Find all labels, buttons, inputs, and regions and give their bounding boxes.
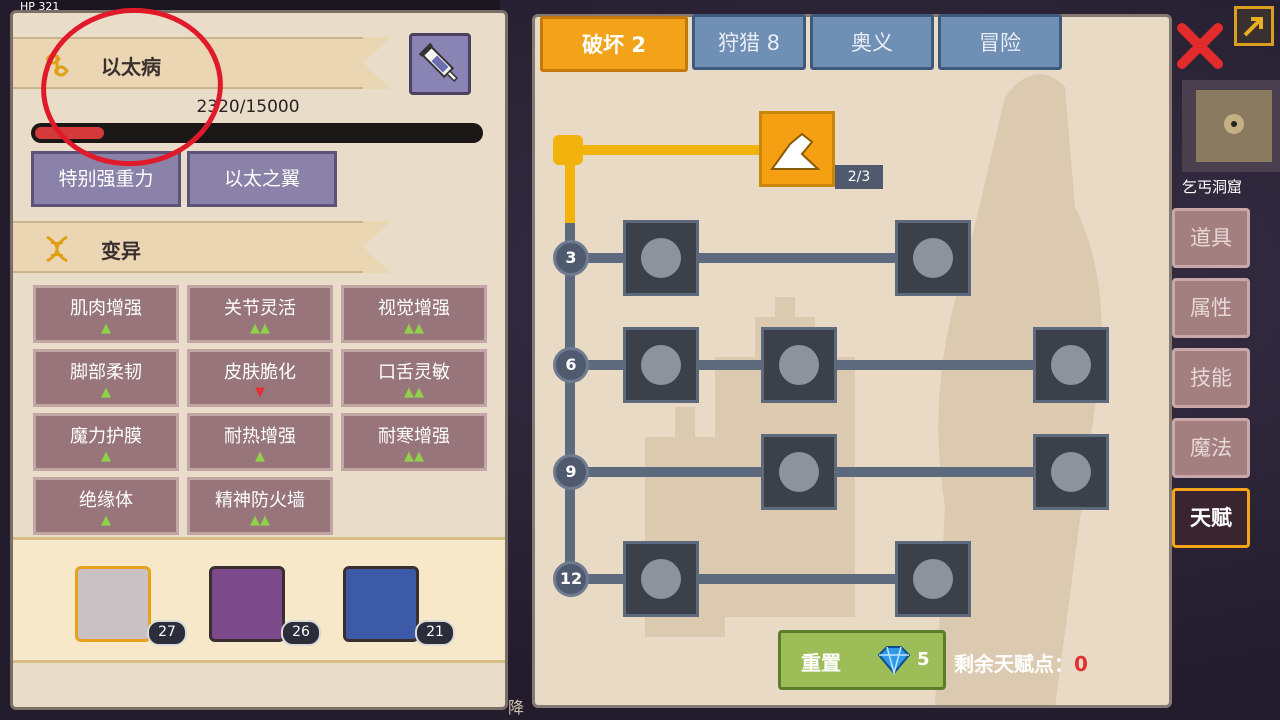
side-tab-attributes[interactable]: 属性 — [1172, 278, 1250, 338]
hero-level-badge: 26 — [281, 620, 321, 646]
mutation-up-arrow-icon: ▲ — [101, 513, 111, 528]
remaining-points-value: 0 — [1074, 652, 1088, 676]
mutation-up-arrow-icon: ▲▲ — [404, 385, 424, 400]
tree-root-node — [553, 135, 583, 165]
disease-panel: 以太病 2320/15000 特别强重力 以太之翼 变异 肌肉增强 ▲ 关节灵活 ▲▲… — [10, 0, 508, 710]
mutation-name: 绝缘体 — [79, 490, 133, 511]
mutation-name: 耐寒增强 — [378, 426, 450, 447]
side-tab-talent[interactable]: 天赋 — [1172, 488, 1250, 548]
talent-node[interactable] — [761, 434, 837, 510]
talent-node-icon — [779, 345, 819, 385]
mutation-up-arrow-icon: ▲▲ — [404, 449, 424, 464]
side-tab-magic[interactable]: 魔法 — [1172, 418, 1250, 478]
hero-level-badge: 21 — [415, 620, 455, 646]
mutation-name: 耐热增强 — [224, 426, 296, 447]
syringe-button[interactable] — [409, 33, 471, 95]
mutation-item[interactable]: 肌肉增强 ▲ — [33, 285, 179, 343]
minimap-graphic — [1196, 90, 1272, 162]
exit-button[interactable] — [1234, 6, 1274, 46]
gem-count: 5 — [917, 649, 930, 670]
tab-hunt[interactable]: 狩猎 8 — [692, 14, 806, 70]
talent-node-icon — [1051, 452, 1091, 492]
hero-level-badge: 27 — [147, 620, 187, 646]
team-bar: 27 26 21 — [13, 537, 505, 663]
talent-node-icon — [913, 238, 953, 278]
tier-label: 6 — [553, 347, 589, 383]
partial-bottom-text: 降 — [508, 698, 525, 717]
mutation-item[interactable]: 皮肤脆化 ▼ — [187, 349, 333, 407]
talent-node[interactable] — [623, 327, 699, 403]
mutation-down-arrow-icon: ▼ — [255, 385, 265, 400]
mutation-item[interactable]: 耐热增强 ▲ — [187, 413, 333, 471]
diamond-icon — [877, 646, 911, 675]
minimap[interactable] — [1182, 80, 1280, 172]
talent-node[interactable] — [895, 541, 971, 617]
reset-label: 重置 — [801, 651, 841, 675]
mutation-item[interactable]: 绝缘体 ▲ — [33, 477, 179, 535]
mutation-item[interactable]: 脚部柔韧 ▲ — [33, 349, 179, 407]
mutation-item[interactable]: 视觉增强 ▲▲ — [341, 285, 487, 343]
mutation-name: 视觉增强 — [378, 298, 450, 319]
mutation-item[interactable]: 精神防火墙 ▲▲ — [187, 477, 333, 535]
mutation-up-arrow-icon: ▲ — [101, 385, 111, 400]
talent-node-icon — [641, 345, 681, 385]
mutation-up-arrow-icon: ▲ — [101, 321, 111, 336]
tab-adventure[interactable]: 冒险 — [938, 14, 1062, 70]
talent-node-icon — [641, 238, 681, 278]
mutation-banner: 变异 — [13, 221, 391, 273]
hero-portrait[interactable] — [209, 566, 285, 642]
tier-label: 9 — [553, 454, 589, 490]
ether-wings-button[interactable]: 以太之翼 — [187, 151, 337, 207]
syringe-icon — [418, 42, 459, 83]
mutation-up-arrow-icon: ▲▲ — [250, 513, 270, 528]
side-tab-items[interactable]: 道具 — [1172, 208, 1250, 268]
red-annotation-circle — [33, 0, 231, 176]
mutation-up-arrow-icon: ▲ — [101, 449, 111, 464]
talent-node-icon — [1051, 345, 1091, 385]
talent-node[interactable] — [1033, 327, 1109, 403]
mutation-item[interactable]: 魔力护膜 ▲ — [33, 413, 179, 471]
mutation-up-arrow-icon: ▲▲ — [250, 321, 270, 336]
tree-root-line — [565, 145, 765, 155]
dna-icon — [46, 235, 68, 263]
mutation-up-arrow-icon: ▲ — [255, 449, 265, 464]
mutation-up-arrow-icon: ▲▲ — [404, 321, 424, 336]
map-location-label: 乞丐洞窟 — [1182, 178, 1243, 196]
close-icon[interactable] — [1176, 22, 1224, 70]
talent-node[interactable] — [761, 327, 837, 403]
talent-node[interactable] — [623, 541, 699, 617]
talent-node[interactable] — [895, 220, 971, 296]
hero-portrait[interactable] — [75, 566, 151, 642]
mutation-name: 精神防火墙 — [215, 490, 305, 511]
tier-label: 12 — [553, 561, 589, 597]
talent-node-icon — [779, 452, 819, 492]
mutation-name: 皮肤脆化 — [224, 362, 296, 383]
root-progress-badge: 2/3 — [835, 165, 883, 189]
mutation-name: 肌肉增强 — [70, 298, 142, 319]
tab-destroy[interactable]: 破坏 2 — [540, 16, 688, 72]
mutation-item[interactable]: 关节灵活 ▲▲ — [187, 285, 333, 343]
exit-arrow-icon — [1243, 17, 1263, 37]
mutation-name: 魔力护膜 — [70, 426, 142, 447]
mutation-name: 口舌灵敏 — [378, 362, 450, 383]
arm-wrestle-icon — [770, 132, 821, 170]
remaining-points: 剩余天赋点：0 — [954, 648, 1088, 677]
side-tab-skills[interactable]: 技能 — [1172, 348, 1250, 408]
reset-button[interactable]: 重置 5 — [778, 630, 946, 690]
talent-node-icon — [913, 559, 953, 599]
mutation-item[interactable]: 口舌灵敏 ▲▲ — [341, 349, 487, 407]
mutation-title: 变异 — [101, 239, 141, 263]
hero-portrait[interactable] — [343, 566, 419, 642]
tier-label: 3 — [553, 240, 589, 276]
mutation-name: 关节灵活 — [224, 298, 296, 319]
talent-node[interactable] — [623, 220, 699, 296]
talent-panel: 3 6 9 12 2/3 — [532, 14, 1172, 708]
talent-node[interactable] — [1033, 434, 1109, 510]
talent-node-icon — [641, 559, 681, 599]
mutation-item[interactable]: 耐寒增强 ▲▲ — [341, 413, 487, 471]
tab-secret[interactable]: 奥义 — [810, 14, 934, 70]
mutation-name: 脚部柔韧 — [70, 362, 142, 383]
arm-wrestle-node[interactable] — [759, 111, 835, 187]
remaining-points-label: 剩余天赋点： — [954, 652, 1074, 676]
